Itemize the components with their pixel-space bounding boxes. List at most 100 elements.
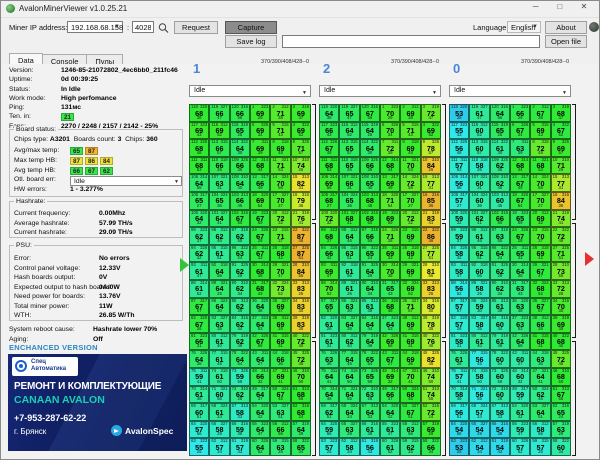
chip-cell: 1153196525 — [230, 122, 250, 140]
chip-cell: 613195643 — [360, 438, 380, 456]
chip-cell: 413156931 — [400, 333, 420, 351]
chip-aux-bottom: 49 — [231, 344, 249, 349]
language-combobox[interactable]: English▼ — [507, 21, 541, 33]
chip-aux-bottom: 55 — [552, 397, 570, 402]
chip-aux-bottom: 48 — [401, 151, 419, 156]
chip-aux-bottom: 40 — [210, 344, 228, 349]
port-input[interactable] — [132, 21, 154, 33]
chip-cell: 1103186626 — [209, 157, 229, 175]
chip-aux-bottom: 42 — [381, 415, 399, 420]
tab-strip: DataConsoleПулы — [9, 50, 122, 64]
save-log-button[interactable]: Save log — [225, 35, 277, 48]
chip-aux-bottom: 51 — [292, 256, 310, 261]
psu-groupbox: PSU: Error:No errorsControl panel voltag… — [9, 245, 183, 321]
chip-aux-bottom: 43 — [381, 292, 399, 297]
chevron-down-icon[interactable]: ▼ — [562, 88, 567, 98]
chip-aux-bottom: 54 — [511, 204, 529, 209]
chip-cell: 703145846 — [449, 386, 469, 404]
chip-cell: 1043246036 — [469, 192, 489, 210]
about-button[interactable]: About — [545, 21, 587, 34]
chip-aux-bottom: 36 — [210, 204, 228, 209]
left-pager-arrow-icon[interactable] — [180, 258, 189, 272]
open-file-button[interactable]: Open file — [545, 35, 587, 48]
chip-cell: 53157143 — [400, 122, 420, 140]
chip-aux-bottom: 39 — [511, 151, 529, 156]
chip-aux-bottom: 47 — [320, 274, 338, 279]
chip-cell: 653275429 — [469, 421, 489, 439]
chip-cell: 633235725 — [319, 438, 339, 456]
chip-cell: 763266336 — [319, 350, 339, 368]
chip-cell: 953156151 — [209, 245, 229, 263]
chevron-down-icon[interactable]: ▼ — [432, 88, 437, 98]
chip-cell: 813236631 — [189, 333, 209, 351]
board-mode-dropdown[interactable]: Idle▼ — [449, 85, 571, 97]
enhanced-version-link[interactable]: ENCHANCED VERSION — [9, 343, 98, 352]
advertisement-banner[interactable]: Спец Автоматика РЕМОНТ И КОМПЛЕКТУЮЩИЕ C… — [8, 354, 187, 451]
app-window: AvalonMinerViewer v1.0.25.21 ─ □ ✕ Miner… — [0, 0, 600, 460]
chip-aux-bottom: 52 — [381, 450, 399, 455]
chip-aux-bottom: 38 — [491, 432, 509, 437]
chip-aux-bottom: 40 — [552, 344, 570, 349]
chip-aux-bottom: 38 — [320, 116, 338, 121]
field-label: Status: — [9, 86, 30, 93]
capture-screen-button[interactable]: Capture screen — [225, 21, 277, 34]
chip-cell: 383126626 — [530, 315, 550, 333]
chip-aux-bottom: 57 — [210, 151, 228, 156]
chevron-down-icon[interactable]: ▼ — [302, 88, 307, 98]
chip-cell: 533276351 — [270, 403, 290, 421]
temp-badge: 21 — [61, 113, 74, 121]
chevron-down-icon[interactable]: ▼ — [532, 22, 538, 33]
chip-cell: 933116947 — [319, 262, 339, 280]
chip-aux-bottom: 33 — [511, 256, 529, 261]
board-mode-dropdown[interactable]: Idle▼ — [319, 85, 441, 97]
chip-aux-bottom: 38 — [271, 116, 289, 121]
chip-cell: 1013276441 — [209, 210, 229, 228]
chip-cell: 673135833 — [230, 403, 250, 421]
board-bracket — [442, 104, 446, 220]
right-pager-arrow-icon[interactable] — [585, 252, 594, 266]
info-row: Max temp HB:878684 — [14, 156, 180, 166]
chip-aux-bottom: 48 — [271, 151, 289, 156]
chip-cell: 1063145658 — [449, 174, 469, 192]
chevron-down-icon[interactable]: ▼ — [114, 22, 120, 33]
chip-aux-bottom: 45 — [210, 362, 228, 367]
board-bracket — [442, 341, 446, 456]
chip-cell: 293216747 — [530, 262, 550, 280]
chip-aux-bottom: 30 — [470, 309, 488, 314]
chip-aux-bottom: 52 — [210, 133, 228, 138]
chip-aux-bottom: 59 — [381, 221, 399, 226]
chip-aux-bottom: 30 — [231, 151, 249, 156]
chip-aux-bottom: 36 — [271, 362, 289, 367]
field-label: Ping: — [9, 104, 25, 111]
request-button[interactable]: Request — [174, 21, 218, 34]
close-button[interactable]: ✕ — [573, 2, 595, 11]
chip-cell: 583226534 — [291, 438, 311, 456]
log-path-input[interactable] — [282, 35, 540, 48]
magnifier-icon[interactable] — [157, 21, 170, 33]
chip-aux-bottom: 39 — [231, 309, 249, 314]
chip-cell: 1033136845 — [360, 192, 380, 210]
hashrate-groupbox: Hashrate: Current frequency:0.00MhzAvera… — [9, 201, 183, 238]
chip-cell: 903106234 — [490, 280, 510, 298]
chip-cell: 113217053 — [400, 157, 420, 175]
chip-cell: 823205726 — [449, 315, 469, 333]
chip-aux-bottom: 26 — [190, 327, 208, 332]
chip-cell: 103107426 — [291, 157, 311, 175]
info-row: Ten. in:21 — [9, 112, 187, 121]
board-mode-dropdown[interactable]: Idle▼ — [189, 85, 311, 97]
chip-aux-bottom: 56 — [450, 432, 468, 437]
minimize-button[interactable]: ─ — [525, 2, 547, 11]
chip-aux-bottom: 46 — [320, 397, 338, 402]
chip-cell: 383126926 — [400, 315, 420, 333]
chip-cell: 953156251 — [469, 245, 489, 263]
chip-cell: 1203166756 — [360, 104, 380, 122]
field-label: Avg/max temp: — [14, 147, 59, 154]
chip-cell: 133176749 — [510, 174, 530, 192]
chip-aux-bottom: 44 — [361, 327, 379, 332]
maximize-button[interactable]: □ — [549, 2, 571, 11]
ip-combobox[interactable]: 192.168.68.158▼ — [67, 21, 123, 33]
info-row: HW errors:1 - 3.277% — [14, 185, 180, 195]
chip-cell: 1113115753 — [449, 157, 469, 175]
chip-aux-bottom: 56 — [491, 116, 509, 121]
telegram-icon — [111, 425, 122, 436]
